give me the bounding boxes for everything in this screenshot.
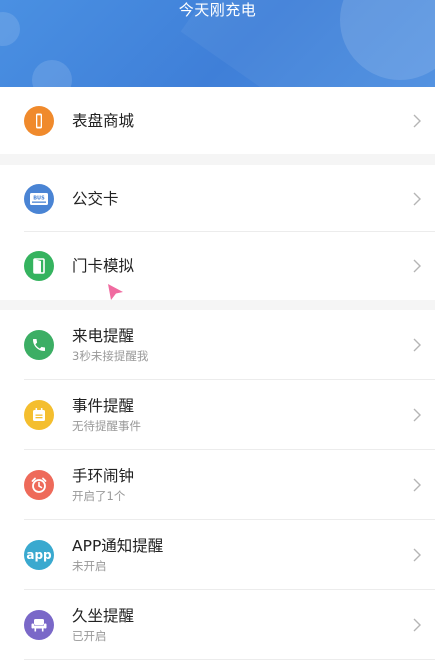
app-icon: app — [24, 540, 54, 570]
chevron-right-icon — [413, 114, 421, 127]
app-icon-text: app — [26, 548, 52, 562]
card-group: BUS 公交卡 门卡模拟 — [0, 165, 435, 300]
menu-item-subtitle: 已开启 — [72, 629, 107, 643]
menu-item-sedentary-reminder[interactable]: 久坐提醒 已开启 — [0, 590, 435, 660]
menu-item-watch-face-store[interactable]: 表盘商城 — [0, 87, 435, 154]
chevron-right-icon — [413, 618, 421, 632]
watch-icon — [24, 105, 54, 136]
menu-item-subtitle: 开启了1个 — [72, 489, 126, 503]
bus-card-icon: BUS — [24, 183, 54, 214]
banner-circle — [32, 60, 72, 87]
menu-item-subtitle: 3秒未接提醒我 — [72, 349, 149, 363]
svg-text:BUS: BUS — [33, 195, 45, 201]
menu-item-title: APP通知提醒 — [72, 537, 164, 555]
chevron-right-icon — [413, 259, 421, 273]
chair-icon — [24, 610, 54, 640]
door-icon — [24, 251, 54, 281]
battery-status-title: 今天刚充电 — [178, 1, 257, 19]
menu-item-call-reminder[interactable]: 来电提醒 3秒未接提醒我 — [0, 310, 435, 380]
header-banner: 今天刚充电 — [0, 0, 435, 87]
phone-icon — [24, 330, 54, 360]
store-group: 表盘商城 — [0, 87, 435, 154]
reminder-group: 来电提醒 3秒未接提醒我 事件提醒 无待提醒事件 手环闹钟 开启了1个 app … — [0, 310, 435, 672]
menu-item-title: 门卡模拟 — [72, 257, 135, 275]
chevron-right-icon — [413, 548, 421, 562]
menu-item-title: 公交卡 — [72, 189, 119, 208]
menu-item-door-card[interactable]: 门卡模拟 — [0, 232, 435, 300]
menu-item-title: 事件提醒 — [72, 397, 135, 415]
chevron-right-icon — [413, 192, 421, 205]
menu-item-title: 表盘商城 — [72, 111, 135, 130]
menu-item-subtitle: 未开启 — [72, 559, 107, 573]
menu-item-subtitle: 无待提醒事件 — [72, 419, 141, 433]
chevron-right-icon — [413, 478, 421, 492]
menu-item-app-notify[interactable]: app APP通知提醒 未开启 — [0, 520, 435, 590]
chevron-right-icon — [413, 408, 421, 422]
menu-item-title: 来电提醒 — [72, 327, 135, 345]
menu-item-bus-card[interactable]: BUS 公交卡 — [0, 165, 435, 232]
cursor-pointer-icon — [108, 284, 123, 300]
menu-item-event-reminder[interactable]: 事件提醒 无待提醒事件 — [0, 380, 435, 450]
alarm-clock-icon — [24, 470, 54, 500]
menu-item-title: 手环闹钟 — [72, 467, 135, 485]
menu-item-alarm-clock[interactable]: 手环闹钟 开启了1个 — [0, 450, 435, 520]
chevron-right-icon — [413, 338, 421, 352]
menu-item-title: 久坐提醒 — [72, 607, 135, 625]
calendar-icon — [24, 400, 54, 430]
